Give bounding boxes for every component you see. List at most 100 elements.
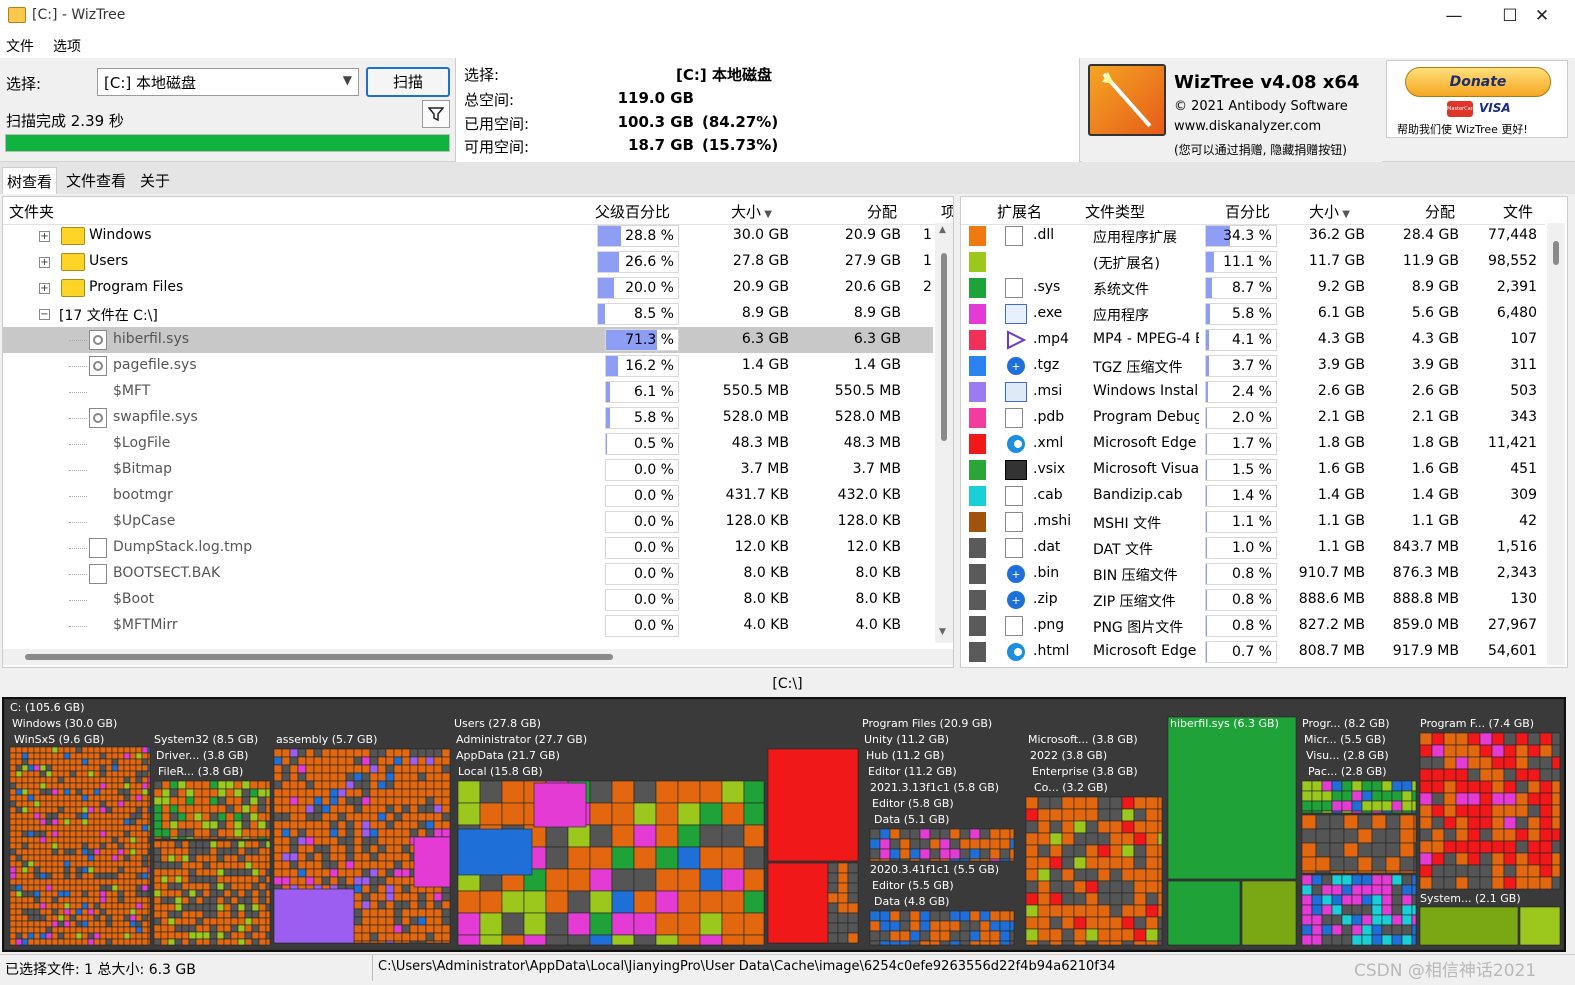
treemap-block[interactable] — [1515, 780, 1529, 794]
treemap-block[interactable] — [1073, 808, 1087, 822]
treemap-block[interactable] — [129, 932, 137, 940]
treemap-block[interactable] — [265, 903, 271, 912]
treemap-block[interactable] — [223, 910, 232, 919]
treemap-block[interactable] — [153, 903, 162, 912]
treemap-block[interactable] — [105, 842, 113, 850]
treemap-block[interactable] — [345, 868, 355, 878]
treemap-block[interactable] — [258, 861, 267, 870]
treemap-block[interactable] — [1049, 868, 1063, 882]
treemap-block[interactable] — [33, 818, 41, 826]
treemap-block[interactable] — [167, 924, 176, 933]
treemap-block[interactable] — [81, 812, 89, 820]
treemap-block[interactable] — [305, 756, 315, 766]
treemap-block[interactable] — [160, 868, 169, 877]
treemap-block[interactable] — [27, 938, 35, 946]
treemap-block[interactable] — [147, 830, 151, 838]
treemap-block[interactable] — [33, 746, 41, 754]
treemap-block[interactable] — [9, 854, 17, 862]
treemap-block[interactable] — [1301, 780, 1313, 792]
treemap-block[interactable] — [63, 914, 71, 922]
treemap-block[interactable] — [57, 920, 65, 928]
treemap-block[interactable] — [1527, 852, 1541, 866]
treemap-block[interactable] — [1503, 828, 1517, 842]
ext-row[interactable]: .dat DAT 文件 1.0 % 1.1 GB 843.7 MB 1,516 — [961, 535, 1545, 561]
treemap-block[interactable] — [15, 818, 23, 826]
treemap-block[interactable] — [177, 780, 187, 790]
treemap-block[interactable] — [969, 920, 981, 932]
treemap-block[interactable] — [93, 854, 101, 862]
treemap-block[interactable] — [216, 861, 225, 870]
treemap-block[interactable] — [393, 788, 403, 798]
treemap-block[interactable] — [409, 820, 419, 830]
treemap-block[interactable] — [313, 796, 323, 806]
treemap-block[interactable] — [63, 758, 71, 766]
treemap-block[interactable] — [241, 812, 251, 822]
treemap-block[interactable] — [33, 848, 41, 856]
treemap-block[interactable] — [249, 836, 259, 840]
treemap-block[interactable] — [202, 875, 211, 884]
treemap-block[interactable] — [385, 836, 395, 846]
treemap-block[interactable] — [1371, 828, 1387, 844]
treemap-block[interactable] — [51, 812, 59, 820]
treemap-block[interactable] — [1351, 884, 1363, 896]
treemap-block[interactable] — [305, 772, 315, 782]
treemap-block[interactable] — [1109, 904, 1123, 918]
treemap-block[interactable] — [209, 828, 219, 838]
treemap-block[interactable] — [153, 804, 163, 814]
treemap-block[interactable] — [1411, 884, 1417, 896]
treemap-block[interactable] — [51, 824, 59, 832]
treemap-block[interactable] — [633, 780, 657, 804]
treemap-block[interactable] — [251, 868, 260, 877]
treemap-block[interactable] — [141, 782, 149, 790]
treemap-block[interactable] — [1145, 808, 1159, 822]
treemap-block[interactable] — [265, 896, 271, 905]
treemap-block[interactable] — [1301, 800, 1313, 812]
treemap-block[interactable] — [1311, 810, 1323, 814]
treemap-block[interactable] — [401, 924, 411, 934]
treemap-block[interactable] — [15, 914, 23, 922]
treemap-block[interactable] — [185, 804, 195, 814]
treemap-block[interactable] — [223, 861, 232, 870]
treemap-block[interactable] — [15, 788, 23, 796]
treemap-block[interactable] — [21, 824, 29, 832]
treemap-block[interactable] — [258, 889, 267, 898]
treemap-block[interactable] — [1145, 880, 1159, 894]
treemap-block[interactable] — [337, 852, 347, 862]
treemap-block[interactable] — [401, 804, 411, 814]
treemap-block[interactable] — [377, 844, 387, 854]
treemap-block[interactable] — [93, 848, 101, 856]
treemap-block[interactable] — [1515, 816, 1529, 830]
treemap-block[interactable] — [1121, 928, 1135, 942]
treemap-block[interactable] — [185, 780, 195, 790]
treemap-block[interactable] — [63, 842, 71, 850]
treemap-block[interactable] — [305, 780, 315, 790]
treemap-block[interactable] — [21, 746, 29, 754]
treemap-block[interactable] — [417, 772, 427, 782]
treemap-block[interactable] — [233, 836, 243, 840]
treemap-block[interactable] — [909, 910, 921, 922]
treemap-block[interactable] — [321, 836, 331, 846]
treemap-block[interactable] — [633, 868, 657, 892]
treemap-block[interactable] — [677, 846, 701, 870]
treemap-block[interactable] — [63, 920, 71, 928]
treemap-block[interactable] — [39, 752, 47, 760]
treemap-block[interactable] — [1539, 840, 1553, 854]
treemap-block[interactable] — [305, 852, 315, 862]
treemap-block[interactable] — [289, 804, 299, 814]
treemap-block[interactable] — [230, 840, 239, 849]
treemap-block[interactable] — [959, 910, 971, 922]
treemap-block[interactable] — [699, 780, 723, 804]
treemap-block[interactable] — [313, 860, 323, 870]
treemap-block[interactable] — [39, 896, 47, 904]
treemap-block[interactable] — [1331, 790, 1343, 802]
treemap-block[interactable] — [305, 836, 315, 846]
treemap-block[interactable] — [345, 820, 355, 830]
treemap-block[interactable] — [63, 746, 71, 754]
treemap-block[interactable] — [39, 818, 47, 826]
treemap-block[interactable] — [1357, 870, 1373, 874]
treemap-block[interactable] — [369, 780, 379, 790]
treemap-block[interactable] — [305, 812, 315, 822]
ext-row[interactable]: .pdb Program Debug 2.0 % 2.1 GB 2.1 GB 343 — [961, 405, 1545, 431]
treemap-block[interactable] — [244, 861, 253, 870]
treemap-block[interactable] — [305, 764, 315, 774]
